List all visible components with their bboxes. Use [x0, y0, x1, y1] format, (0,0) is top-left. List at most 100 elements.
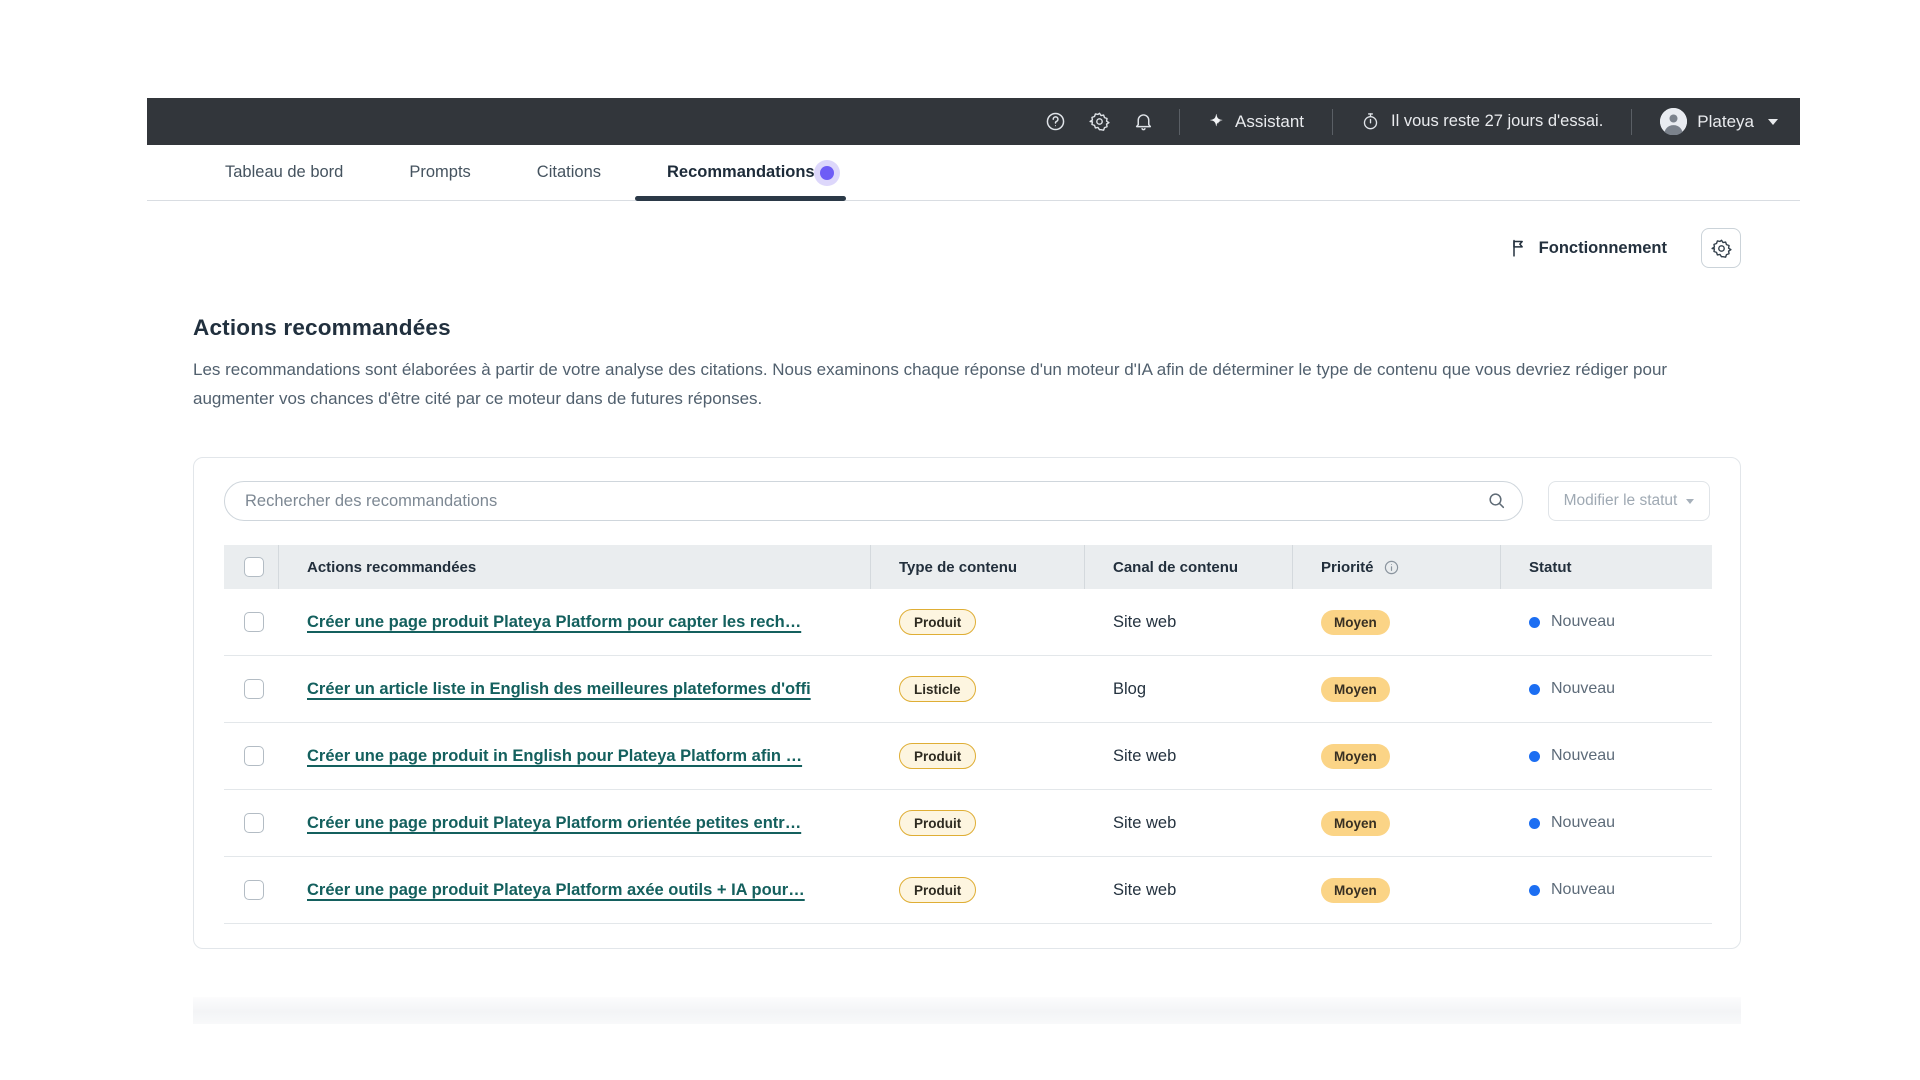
table-row: Créer un article liste in English des me… [224, 656, 1712, 723]
recommendation-link[interactable]: Créer une page produit Plateya Platform … [307, 613, 801, 632]
row-prio-cell: Moyen [1293, 744, 1501, 769]
row-prio-cell: Moyen [1293, 811, 1501, 836]
row-check-cell [224, 679, 279, 699]
settings-topbar-button[interactable] [1077, 98, 1121, 145]
status-label: Nouveau [1551, 747, 1615, 765]
table-row: Créer une page produit Plateya Platform … [224, 857, 1712, 924]
content-type-badge: Produit [899, 609, 976, 635]
help-button[interactable] [1033, 98, 1077, 145]
main-nav-tabs: Tableau de bord Prompts Citations Recomm… [147, 145, 1800, 201]
status-label: Nouveau [1551, 881, 1615, 899]
page-description: Les recommandations sont élaborées à par… [193, 355, 1741, 413]
row-status-cell: Nouveau [1501, 814, 1712, 832]
content-type-badge: Listicle [899, 676, 976, 702]
content-type-badge: Produit [899, 810, 976, 836]
status-dot [1529, 617, 1540, 628]
sparkle-icon [1208, 113, 1225, 130]
card-toolbar: Modifier le statut [224, 481, 1710, 521]
tab-citations[interactable]: Citations [537, 145, 601, 200]
topbar-divider [1631, 109, 1632, 135]
row-checkbox[interactable] [244, 612, 264, 632]
row-type-cell: Produit [871, 810, 1085, 836]
tab-prompts[interactable]: Prompts [409, 145, 470, 200]
app-window: Assistant Il vous reste 27 jours d'essai… [147, 98, 1800, 1024]
row-status-cell: Nouveau [1501, 881, 1712, 899]
row-prio-cell: Moyen [1293, 878, 1501, 903]
bell-icon [1133, 111, 1154, 132]
header-actions: Actions recommandées [279, 545, 871, 589]
fonctionnement-link[interactable]: Fonctionnement [1509, 238, 1667, 258]
search-input[interactable] [224, 481, 1523, 521]
status-label: Nouveau [1551, 814, 1615, 832]
modify-status-button[interactable]: Modifier le statut [1548, 481, 1710, 521]
priority-badge: Moyen [1321, 878, 1390, 903]
recommendation-link[interactable]: Créer une page produit in English pour P… [307, 747, 802, 766]
recommendation-link[interactable]: Créer un article liste in English des me… [307, 680, 811, 699]
content-type-badge: Produit [899, 877, 976, 903]
header-type: Type de contenu [871, 545, 1085, 589]
assistant-button[interactable]: Assistant [1194, 112, 1318, 132]
header-label: Canal de contenu [1113, 559, 1238, 576]
chevron-down-icon [1768, 119, 1778, 125]
row-action-cell: Créer une page produit Plateya Platform … [279, 881, 871, 900]
content-type-badge: Produit [899, 743, 976, 769]
header-label: Statut [1529, 559, 1572, 576]
account-menu[interactable]: Plateya [1646, 108, 1784, 135]
tab-tableau-de-bord[interactable]: Tableau de bord [225, 145, 343, 200]
tab-recommandations[interactable]: Recommandations [667, 145, 834, 200]
row-prio-cell: Moyen [1293, 677, 1501, 702]
header-priorite: Priorité [1293, 545, 1501, 589]
row-check-cell [224, 880, 279, 900]
select-all-checkbox[interactable] [244, 557, 264, 577]
recommendation-link[interactable]: Créer une page produit Plateya Platform … [307, 881, 805, 900]
row-action-cell: Créer un article liste in English des me… [279, 680, 871, 699]
status-dot [1529, 818, 1540, 829]
row-action-cell: Créer une page produit Plateya Platform … [279, 814, 871, 833]
search-wrap [224, 481, 1523, 521]
help-icon [1045, 111, 1066, 132]
header-statut: Statut [1501, 545, 1712, 589]
row-checkbox[interactable] [244, 880, 264, 900]
row-canal-cell: Site web [1085, 613, 1293, 632]
channel-label: Site web [1113, 747, 1176, 766]
channel-label: Site web [1113, 881, 1176, 900]
topbar-divider [1332, 109, 1333, 135]
info-icon[interactable] [1383, 559, 1400, 576]
row-checkbox[interactable] [244, 813, 264, 833]
topbar: Assistant Il vous reste 27 jours d'essai… [147, 98, 1800, 145]
row-checkbox[interactable] [244, 679, 264, 699]
search-icon [1487, 491, 1507, 511]
notifications-button[interactable] [1121, 98, 1165, 145]
account-name: Plateya [1697, 112, 1754, 132]
priority-badge: Moyen [1321, 677, 1390, 702]
header-canal: Canal de contenu [1085, 545, 1293, 589]
page-title: Actions recommandées [193, 315, 1741, 341]
status-label: Nouveau [1551, 680, 1615, 698]
status-dot [1529, 885, 1540, 896]
row-checkbox[interactable] [244, 746, 264, 766]
row-type-cell: Listicle [871, 676, 1085, 702]
main-content: Fonctionnement Actions recommandées Les … [147, 227, 1800, 1024]
priority-badge: Moyen [1321, 744, 1390, 769]
avatar [1660, 108, 1687, 135]
recommendation-link[interactable]: Créer une page produit Plateya Platform … [307, 814, 801, 833]
recommendations-table: Actions recommandées Type de contenu Can… [224, 545, 1712, 924]
table-row: Créer une page produit in English pour P… [224, 723, 1712, 790]
channel-label: Site web [1113, 814, 1176, 833]
gear-icon [1089, 111, 1110, 132]
header-label: Actions recommandées [307, 559, 476, 576]
row-status-cell: Nouveau [1501, 680, 1712, 698]
page-settings-button[interactable] [1701, 228, 1741, 268]
assistant-label: Assistant [1235, 112, 1304, 132]
table-header: Actions recommandées Type de contenu Can… [224, 545, 1712, 589]
table-body: Créer une page produit Plateya Platform … [224, 589, 1712, 924]
modify-status-label: Modifier le statut [1564, 492, 1678, 510]
header-label: Type de contenu [899, 559, 1017, 576]
tab-label: Prompts [409, 163, 470, 182]
row-check-cell [224, 813, 279, 833]
channel-label: Site web [1113, 613, 1176, 632]
status-dot [1529, 751, 1540, 762]
tab-label: Citations [537, 163, 601, 182]
flag-icon [1509, 238, 1529, 258]
new-badge-dot [820, 166, 834, 180]
